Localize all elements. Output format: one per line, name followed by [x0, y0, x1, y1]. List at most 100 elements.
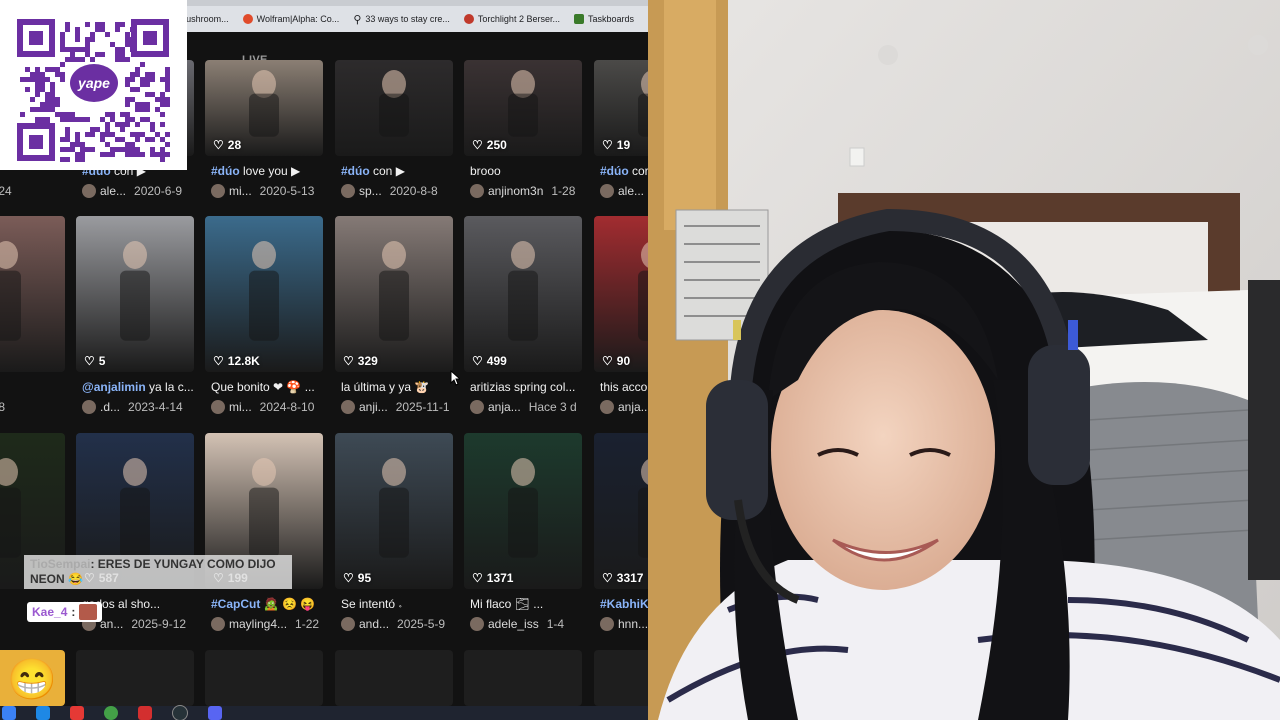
video-thumbnail[interactable]: ♡ 90	[594, 216, 648, 372]
chrome-icon[interactable]	[104, 706, 118, 720]
video-thumbnail[interactable]: ♡ 250	[464, 60, 582, 156]
video-meta: 2020-3-24	[0, 184, 71, 198]
author-name[interactable]: an...	[100, 617, 123, 631]
mouse-cursor-icon	[450, 370, 460, 386]
author-name[interactable]: anjinom3n	[488, 184, 543, 198]
video-card[interactable]: ♡199#CapCut 🧟 😣 😝mayling4...1-22	[205, 433, 323, 659]
avatar[interactable]	[470, 617, 484, 631]
hashtag[interactable]: #KabhiK	[600, 597, 648, 611]
author-name[interactable]: sp...	[359, 184, 382, 198]
edge-icon[interactable]	[36, 706, 50, 720]
video-caption[interactable]: Mi flaco 🌫 ...	[470, 597, 588, 611]
video-thumbnail[interactable]	[0, 216, 65, 372]
video-thumbnail[interactable]: ♡ 12.8K	[205, 216, 323, 372]
video-card[interactable]: ♡ 90 this acco anja...	[594, 216, 648, 442]
author-name[interactable]: and...	[359, 617, 389, 631]
hashtag[interactable]: #dúo	[211, 164, 240, 178]
avatar[interactable]	[211, 400, 225, 414]
video-thumbnail[interactable]: ♡ 5	[76, 216, 194, 372]
video-caption[interactable]: #CapCut 🧟 😣 😝	[211, 597, 329, 611]
video-caption[interactable]: @anjalimin ya la c...	[82, 380, 200, 394]
video-caption[interactable]: #dúo cor	[600, 164, 648, 178]
video-thumbnail[interactable]: ♡ 499	[464, 216, 582, 372]
avatar[interactable]	[470, 184, 484, 198]
hashtag[interactable]: @anjalimin	[82, 380, 146, 394]
video-thumbnail[interactable]: ♡ 95	[335, 433, 453, 589]
video-thumbnail[interactable]	[335, 60, 453, 156]
like-count: ♡ 19	[602, 138, 630, 152]
brave-icon[interactable]	[138, 706, 152, 720]
video-caption[interactable]: #dúo love you ▶	[211, 164, 329, 178]
video-card[interactable]: ♡ 95 Se intentó 𝆹 and... 2025-5-9	[335, 433, 453, 659]
avatar[interactable]	[341, 184, 355, 198]
video-card[interactable]: ♡ 1371 Mi flaco 🌫 ... adele_iss 1-4	[464, 433, 582, 659]
avatar[interactable]	[82, 400, 96, 414]
author-name[interactable]: mi...	[229, 400, 252, 414]
github-icon[interactable]	[172, 705, 188, 720]
avatar[interactable]	[341, 400, 355, 414]
like-count: ♡ 329	[343, 354, 378, 368]
hashtag[interactable]: #CapCut	[211, 597, 260, 611]
video-caption[interactable]: this acco	[600, 380, 648, 394]
bookmark-3[interactable]: ⚲ 33 ways to stay cre...	[353, 13, 450, 26]
author-name[interactable]: ale...	[618, 184, 644, 198]
video-meta: and... 2025-5-9	[341, 617, 459, 631]
video-caption[interactable]: la última y ya 🐮	[341, 380, 459, 394]
author-name[interactable]: adele_iss	[488, 617, 539, 631]
hashtag[interactable]: #dúo	[341, 164, 370, 178]
avatar[interactable]	[600, 184, 614, 198]
avatar[interactable]	[600, 400, 614, 414]
video-thumbnail[interactable]: ♡ 1371	[464, 433, 582, 589]
video-caption[interactable]: brooo	[470, 164, 588, 178]
avatar[interactable]	[341, 617, 355, 631]
video-caption[interactable]: #KabhiK	[600, 597, 648, 611]
video-card[interactable]: ♡ 19 #dúo cor ale...	[594, 60, 648, 226]
video-card[interactable]: bienom3n	[0, 433, 65, 659]
bookmark-4[interactable]: Torchlight 2 Berser...	[463, 14, 560, 24]
video-card[interactable]: n ▶2021-4-8	[0, 216, 65, 442]
bookmark-label: 33 ways to stay cre...	[365, 14, 450, 24]
avatar[interactable]	[211, 617, 225, 631]
discord-icon[interactable]	[208, 706, 222, 720]
video-card[interactable]: ♡587gados al sho...an...2025-9-12	[76, 433, 194, 659]
caption-text: this acco	[600, 380, 648, 394]
video-caption[interactable]: aritizias spring col...	[470, 380, 588, 394]
video-card[interactable]: ♡ 250 brooo anjinom3n 1-28	[464, 60, 582, 226]
video-card[interactable]: ♡ 28 #dúo love you ▶ mi... 2020-5-13	[205, 60, 323, 226]
avatar[interactable]	[82, 184, 96, 198]
thumbnail-image	[0, 241, 21, 341]
video-thumbnail[interactable]: ♡ 28	[205, 60, 323, 156]
avatar[interactable]	[211, 184, 225, 198]
video-card[interactable]: ♡ 329 la última y ya 🐮 anji... 2025-11-1	[335, 216, 453, 442]
video-caption[interactable]: Que bonito ❤ 🍄 ...	[211, 380, 329, 394]
author-name[interactable]: mi...	[229, 184, 252, 198]
video-card[interactable]: ♡ 5 @anjalimin ya la c... .d... 2023-4-14	[76, 216, 194, 442]
author-name[interactable]: anji...	[359, 400, 388, 414]
video-card[interactable]: #dúo con ▶ sp... 2020-8-8	[335, 60, 453, 226]
video-caption[interactable]: #dúo con ▶	[341, 164, 459, 178]
author-name[interactable]: ale...	[100, 184, 126, 198]
chat-username: TioSempai	[30, 557, 91, 571]
youtube-icon[interactable]	[70, 706, 84, 720]
video-thumbnail[interactable]: ♡ 19	[594, 60, 648, 156]
video-card[interactable]: ♡ 12.8K Que bonito ❤ 🍄 ... mi... 2024-8-10	[205, 216, 323, 442]
author-name[interactable]: .d...	[100, 400, 120, 414]
author-name[interactable]: hnn...	[618, 617, 648, 631]
bookmark-5[interactable]: Taskboards	[573, 14, 634, 24]
bookmark-2[interactable]: Wolfram|Alpha: Co...	[242, 14, 339, 24]
author-name[interactable]: anja...	[488, 400, 521, 414]
video-thumbnail[interactable]: ♡ 329	[335, 216, 453, 372]
windows-icon[interactable]	[2, 706, 16, 720]
author-name[interactable]: mayling4...	[229, 617, 287, 631]
video-thumbnail[interactable]: ♡ 3317	[594, 433, 648, 589]
video-caption[interactable]: n ▶	[0, 380, 71, 394]
hashtag[interactable]: #dúo	[600, 164, 629, 178]
avatar[interactable]	[470, 400, 484, 414]
video-caption[interactable]: Se intentó 𝆹	[341, 597, 459, 612]
like-count-value: 12.8K	[227, 354, 260, 368]
author-name[interactable]: anja...	[618, 400, 648, 414]
heart-icon: ♡	[213, 354, 224, 368]
avatar[interactable]	[600, 617, 614, 631]
video-card[interactable]: ♡ 3317 #KabhiK hnn...	[594, 433, 648, 659]
video-card[interactable]: ♡ 499 aritizias spring col... anja... Hace 3…	[464, 216, 582, 442]
